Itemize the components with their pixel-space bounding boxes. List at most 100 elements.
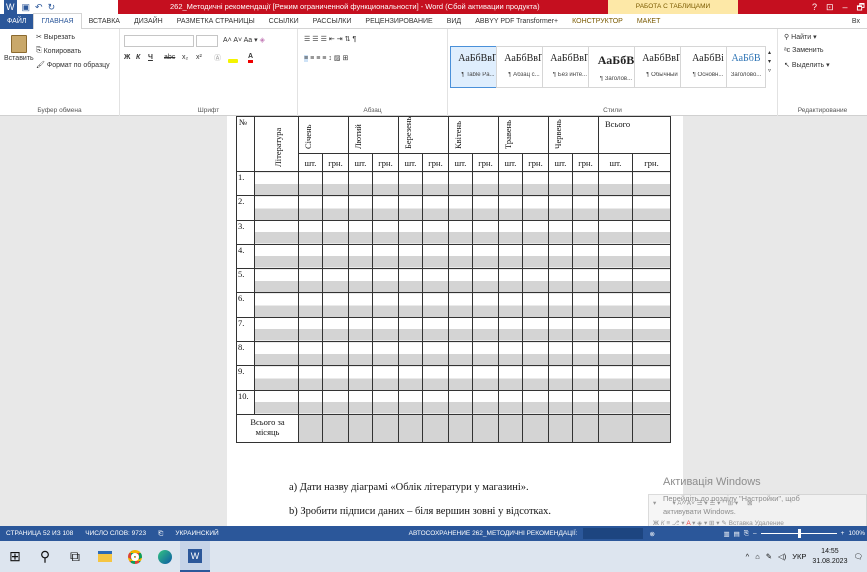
word-taskbar-icon[interactable]: W [180, 541, 210, 572]
zoom-slider[interactable] [760, 529, 837, 538]
row-number-cell[interactable]: 3. [236, 219, 255, 245]
search-icon[interactable]: ⚲ [30, 541, 60, 572]
unit-cell[interactable]: грн. [322, 153, 349, 172]
unit-cell[interactable]: грн. [472, 153, 499, 172]
table-header-total[interactable]: Всього [598, 116, 671, 154]
document-page[interactable]: № Література Січень Лютий Березень Квіте… [227, 116, 683, 526]
zoom-slider-thumb[interactable] [797, 529, 801, 538]
table-cell[interactable] [498, 316, 523, 343]
table-cell[interactable] [498, 365, 523, 391]
table-cell[interactable] [254, 292, 299, 318]
table-cell[interactable] [632, 195, 671, 221]
table-cell[interactable] [632, 268, 671, 294]
table-header-month[interactable]: Червень [548, 116, 599, 154]
row-number-cell[interactable]: 6. [236, 292, 255, 318]
table-header-month[interactable]: Квітень [448, 116, 499, 154]
unit-cell[interactable]: шт. [548, 153, 573, 172]
table-cell[interactable] [522, 170, 549, 197]
table-cell[interactable] [422, 243, 449, 270]
style-item[interactable]: АаБбВ Заголово... [726, 46, 766, 88]
network-icon[interactable]: ⌂ [755, 552, 760, 561]
bold-button[interactable]: Ж [124, 54, 130, 61]
table-cell[interactable] [322, 170, 349, 197]
table-cell[interactable] [348, 316, 373, 343]
unit-cell[interactable]: грн. [632, 153, 671, 172]
replace-button[interactable]: ᵃc Заменить [784, 47, 824, 54]
underline-button[interactable]: Ч [148, 54, 153, 61]
minimize-icon[interactable]: – [843, 0, 848, 14]
table-cell[interactable] [522, 365, 549, 391]
print-layout-icon[interactable]: ▤ [734, 530, 740, 538]
table-cell[interactable] [398, 268, 423, 294]
table-cell[interactable] [322, 243, 349, 270]
table-cell[interactable] [298, 413, 323, 443]
table-cell[interactable] [398, 341, 423, 367]
table-cell[interactable] [372, 243, 399, 270]
table-cell[interactable] [348, 195, 373, 221]
table-cell[interactable] [298, 219, 323, 245]
total-row-label[interactable]: Всього за місяць [236, 413, 299, 443]
font-color-button[interactable]: A [248, 53, 254, 63]
table-cell[interactable] [398, 292, 423, 318]
select-button[interactable]: ↖ Выделить ▾ [784, 61, 830, 70]
table-cell[interactable] [254, 389, 299, 415]
row-number-cell[interactable]: 7. [236, 316, 255, 343]
table-cell[interactable] [572, 389, 599, 415]
table-cell[interactable] [322, 389, 349, 415]
table-cell[interactable] [548, 413, 573, 443]
table-cell[interactable] [522, 195, 549, 221]
task-view-icon[interactable]: ⧉ [60, 541, 90, 572]
table-cell[interactable] [632, 413, 671, 443]
table-cell[interactable] [254, 219, 299, 245]
cancel-autosave-icon[interactable]: ⊗ [643, 530, 660, 538]
table-cell[interactable] [572, 413, 599, 443]
table-cell[interactable] [322, 341, 349, 367]
table-cell[interactable] [254, 316, 299, 343]
table-cell[interactable] [498, 341, 523, 367]
row-number-cell[interactable]: 5. [236, 268, 255, 294]
ribbon-display-icon[interactable]: ⊡ [826, 0, 834, 14]
table-cell[interactable] [398, 413, 423, 443]
chrome-icon[interactable] [120, 541, 150, 572]
save-icon[interactable]: ▣ [22, 0, 31, 14]
table-cell[interactable] [472, 413, 499, 443]
table-cell[interactable] [398, 195, 423, 221]
table-cell[interactable] [348, 243, 373, 270]
table-cell[interactable] [322, 292, 349, 318]
table-cell[interactable] [598, 170, 633, 197]
highlight-button[interactable] [228, 53, 238, 63]
table-cell[interactable] [254, 243, 299, 270]
table-header-number[interactable]: № [236, 116, 255, 172]
table-cell[interactable] [548, 365, 573, 391]
unit-cell[interactable]: грн. [372, 153, 399, 172]
file-explorer-icon[interactable] [90, 541, 120, 572]
table-cell[interactable] [632, 219, 671, 245]
volume-icon[interactable]: ◁) [778, 552, 786, 561]
undo-icon[interactable]: ↶ [35, 0, 43, 14]
table-header-month[interactable]: Лютий [348, 116, 399, 154]
table-cell[interactable] [572, 341, 599, 367]
table-cell[interactable] [448, 292, 473, 318]
language-indicator[interactable]: УКРАИНСКИЙ [169, 530, 224, 537]
row-number-cell[interactable]: 10. [236, 389, 255, 415]
table-cell[interactable] [498, 195, 523, 221]
table-cell[interactable] [548, 292, 573, 318]
table-cell[interactable] [448, 389, 473, 415]
tab-table-design[interactable]: КОНСТРУКТОР [565, 14, 630, 29]
table-cell[interactable] [372, 292, 399, 318]
text-effects-button[interactable]: Ⓐ [214, 53, 221, 63]
table-cell[interactable] [548, 268, 573, 294]
font-size-buttons[interactable]: A˄ A˅ Aa ▾ ◈ [223, 36, 265, 44]
table-cell[interactable] [348, 389, 373, 415]
table-cell[interactable] [422, 170, 449, 197]
table-cell[interactable] [398, 316, 423, 343]
table-cell[interactable] [632, 243, 671, 270]
table-cell[interactable] [448, 243, 473, 270]
instruction-line-b[interactable]: b) Зробити підписи даних – біля вершин з… [289, 506, 551, 517]
table-cell[interactable] [572, 292, 599, 318]
table-header-month[interactable]: Березень [398, 116, 449, 154]
table-cell[interactable] [422, 365, 449, 391]
tab-abbyy[interactable]: ABBYY PDF Transformer+ [468, 14, 565, 29]
table-cell[interactable] [298, 170, 323, 197]
unit-cell[interactable]: грн. [572, 153, 599, 172]
